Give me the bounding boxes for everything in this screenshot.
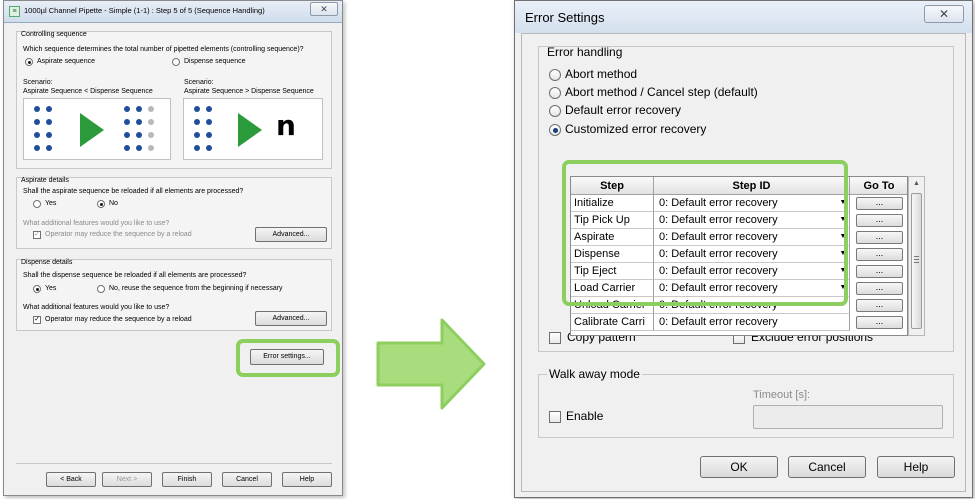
scenario-2-caption: Aspirate Sequence > Dispense Sequence <box>184 88 314 95</box>
group-heading: Aspirate details <box>21 177 69 184</box>
go-to-button[interactable]: ... <box>856 248 903 261</box>
abort-cancel-step-radio[interactable] <box>549 87 561 99</box>
customized-recovery-radio[interactable] <box>549 124 561 136</box>
table-cell-step[interactable]: Calibrate Carri <box>571 314 654 331</box>
scroll-thumb[interactable] <box>911 193 922 329</box>
copy-pattern-checkbox[interactable] <box>549 332 561 344</box>
go-to-button[interactable]: ... <box>856 265 903 278</box>
finish-button[interactable]: Finish <box>162 472 212 487</box>
window-title: 1000µl Channel Pipette - Simple (1-1) : … <box>24 6 265 15</box>
dispense-reload-yes-radio[interactable] <box>33 285 41 293</box>
controlling-question: Which sequence determines the total numb… <box>23 46 304 53</box>
help-button[interactable]: Help <box>877 456 955 478</box>
default-recovery-radio[interactable] <box>549 105 561 117</box>
walk-away-mode-group: Walk away mode Enable Timeout [s]: <box>538 367 954 438</box>
operator-reduce-label: Operator may reduce the sequence by a re… <box>45 316 192 323</box>
step-id-value: 0: Default error recovery <box>659 316 778 328</box>
go-to-button[interactable]: ... <box>856 316 903 329</box>
controlling-sequence-group: Controlling sequence Which sequence dete… <box>16 31 332 169</box>
help-button[interactable]: Help <box>282 472 332 487</box>
ok-button[interactable]: OK <box>700 456 778 478</box>
dispense-question: Shall the dispense sequence be reloaded … <box>23 272 247 279</box>
pipette-wizard-window: ≡ 1000µl Channel Pipette - Simple (1-1) … <box>3 0 343 496</box>
dialog-client-area: Error handling Abort method Abort method… <box>521 33 966 492</box>
enable-label: Enable <box>566 409 604 423</box>
scenario-label: Scenario: <box>184 79 214 86</box>
step-id-select[interactable]: 0: Default error recovery <box>654 314 850 331</box>
group-heading: Walk away mode <box>547 367 642 381</box>
scenario-label: Scenario: <box>23 79 53 86</box>
close-button[interactable]: ✕ <box>310 2 338 16</box>
steps-table-highlight <box>562 160 848 306</box>
operator-reduce-checkbox[interactable]: ✓ <box>33 316 41 324</box>
group-heading: Error handling <box>547 45 623 59</box>
go-to-button[interactable]: ... <box>856 282 903 295</box>
arrow-right-icon <box>376 318 486 410</box>
cancel-button[interactable]: Cancel <box>788 456 866 478</box>
go-to-button[interactable]: ... <box>856 197 903 210</box>
play-arrow-icon <box>238 113 262 147</box>
timeout-input[interactable] <box>753 405 943 429</box>
abort-method-radio[interactable] <box>549 69 561 81</box>
back-button[interactable]: < Back <box>46 472 96 487</box>
error-settings-window: Error Settings ✕ Error handling Abort me… <box>514 0 973 498</box>
aspirate-details-group: Aspirate details Shall the aspirate sequ… <box>16 177 332 249</box>
go-to-button[interactable]: ... <box>856 214 903 227</box>
scenario-2-illustration: n <box>183 98 323 160</box>
enable-walk-away-checkbox[interactable] <box>549 411 561 423</box>
yes-label: Yes <box>45 200 57 207</box>
features-question: What additional features would you like … <box>23 220 170 227</box>
cancel-button[interactable]: Cancel <box>222 472 272 487</box>
play-arrow-icon <box>80 113 104 147</box>
scroll-up-icon[interactable]: ▲ <box>911 178 922 190</box>
scenario-1-illustration <box>23 98 171 160</box>
table-scrollbar[interactable]: ▲ <box>908 176 925 336</box>
operator-reduce-label: Operator may reduce the sequence by a re… <box>45 231 192 238</box>
features-question: What additional features would you like … <box>23 304 170 311</box>
app-icon: ≡ <box>9 6 20 17</box>
go-to-button[interactable]: ... <box>856 231 903 244</box>
no-label: No <box>109 200 118 207</box>
dispense-sequence-label: Dispense sequence <box>184 58 246 65</box>
yes-label: Yes <box>45 285 57 292</box>
aspirate-reload-yes-radio[interactable] <box>33 200 41 208</box>
abort-method-label: Abort method <box>565 67 638 81</box>
column-header-go-to: Go To <box>850 177 907 195</box>
group-heading: Dispense details <box>21 259 73 266</box>
dispense-sequence-radio[interactable] <box>172 58 180 66</box>
default-recovery-label: Default error recovery <box>565 103 682 117</box>
dispense-details-group: Dispense details Shall the dispense sequ… <box>16 259 332 331</box>
aspirate-sequence-label: Aspirate sequence <box>37 58 95 65</box>
aspirate-sequence-radio[interactable] <box>25 58 33 66</box>
n-glyph: n <box>276 109 296 142</box>
dispense-advanced-button[interactable]: Advanced... <box>255 311 327 326</box>
aspirate-advanced-button[interactable]: Advanced... <box>255 227 327 242</box>
error-settings-button[interactable]: Error settings... <box>250 349 324 365</box>
dispense-reuse-radio[interactable] <box>97 285 105 293</box>
aspirate-reload-no-radio[interactable] <box>97 200 105 208</box>
scenario-1-caption: Aspirate Sequence < Dispense Sequence <box>23 88 153 95</box>
group-heading: Controlling sequence <box>21 31 87 38</box>
aspirate-question: Shall the aspirate sequence be reloaded … <box>23 188 244 195</box>
title-bar: ≡ 1000µl Channel Pipette - Simple (1-1) … <box>4 1 342 23</box>
next-button[interactable]: Next > <box>102 472 152 487</box>
footer-divider <box>16 463 332 464</box>
abort-cancel-step-label: Abort method / Cancel step (default) <box>565 85 758 99</box>
go-to-button[interactable]: ... <box>856 299 903 312</box>
close-button[interactable]: ✕ <box>924 5 964 23</box>
timeout-label: Timeout [s]: <box>753 389 811 401</box>
reuse-label: No, reuse the sequence from the beginnin… <box>109 285 283 292</box>
customized-recovery-label: Customized error recovery <box>565 122 707 136</box>
window-title: Error Settings <box>525 10 605 25</box>
operator-reduce-checkbox[interactable]: ✓ <box>33 231 41 239</box>
title-bar: Error Settings ✕ <box>515 1 972 33</box>
